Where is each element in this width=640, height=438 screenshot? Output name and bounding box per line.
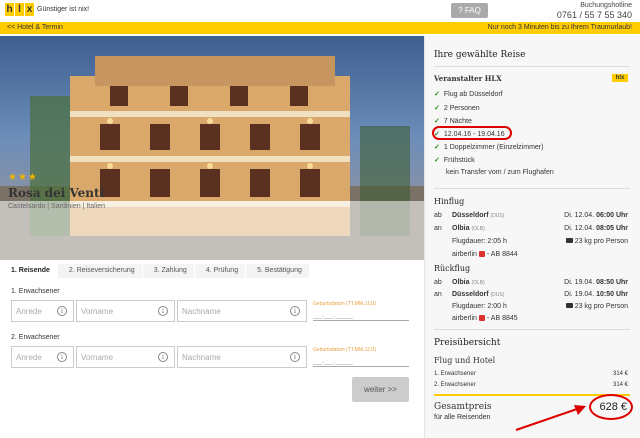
- summary-item: ✓ Flug ab Düsseldorf: [434, 91, 503, 98]
- airberlin-icon: [478, 251, 485, 257]
- info-icon[interactable]: i: [158, 306, 168, 316]
- price-overview-title: Preisübersicht: [434, 338, 501, 348]
- return-title: Rückflug: [434, 264, 471, 273]
- booking-steps: 1. Reisende 2. Reiseversicherung 3. Zahl…: [0, 264, 424, 278]
- adult1-lastname-input[interactable]: Nachname i: [177, 300, 307, 322]
- divider: [434, 329, 630, 330]
- summary-item: ✓ 1 Doppelzimmer (Einzelzimmer): [434, 144, 544, 151]
- return-ab: ab: [434, 279, 442, 286]
- top-bar: h l x Günstiger ist nix! ? FAQ Buchungsh…: [0, 0, 640, 22]
- hlx-logo[interactable]: h l x: [5, 3, 34, 16]
- baggage-icon: [565, 303, 573, 308]
- hotline-number[interactable]: 0761 / 55 7 55 340: [557, 10, 632, 20]
- step-payment: 3. Zahlung: [142, 264, 195, 278]
- step-review: 4. Prüfung: [194, 264, 247, 278]
- adult1-label: 1. Erwachsener: [11, 288, 60, 295]
- adult2-lastname-input[interactable]: Nachname i: [177, 346, 307, 368]
- outbound-to: Olbia (OLB): [452, 225, 485, 232]
- return-departure: Di. 19.04. 08:50 Uhr: [564, 279, 628, 286]
- summary-item: ✓ 2 Personen: [434, 105, 480, 112]
- sub-bar: << Hotel & Termin Nur noch 3 Minuten bis…: [0, 22, 640, 34]
- step-travelers[interactable]: 1. Reisende: [0, 264, 58, 278]
- summary-item: ✓ 7 Nächte: [434, 118, 472, 125]
- total-highlight-oval: [589, 394, 633, 420]
- tagline: Günstiger ist nix!: [37, 6, 90, 13]
- info-icon[interactable]: i: [290, 306, 300, 316]
- outbound-ab: ab: [434, 212, 442, 219]
- check-icon: ✓: [434, 105, 440, 112]
- adult2-dob-input[interactable]: Geburtsdatum (TT.MM.JJJJ) __.__.____: [313, 345, 409, 367]
- outbound-title: Hinflug: [434, 197, 465, 206]
- dates-highlight-oval: [432, 126, 512, 140]
- operator-name: Veranstalter HLX: [434, 74, 502, 83]
- hotel-name: Rosa dei Venti: [8, 186, 105, 200]
- adult1-salutation-select[interactable]: Anrede i: [11, 300, 74, 322]
- return-an: an: [434, 291, 442, 298]
- hlx-mini-logo: hlx: [612, 74, 628, 82]
- step-insurance: 2. Reiseversicherung: [57, 264, 143, 278]
- total-sublabel: für alle Reisenden: [434, 414, 491, 421]
- divider: [434, 66, 630, 67]
- info-icon[interactable]: i: [57, 306, 67, 316]
- info-icon[interactable]: i: [290, 352, 300, 362]
- outbound-from: Düsseldorf (DUS): [452, 212, 505, 219]
- check-icon: ✓: [434, 118, 440, 125]
- baggage-icon: [565, 238, 573, 243]
- next-button[interactable]: weiter >>: [352, 377, 409, 402]
- star-rating: ★★★: [8, 172, 38, 183]
- summary-item: ✓ Frühstück: [434, 157, 475, 164]
- info-icon[interactable]: i: [57, 352, 67, 362]
- outbound-arrival: Di. 12.04. 08:05 Uhr: [564, 225, 628, 232]
- info-icon[interactable]: i: [158, 352, 168, 362]
- adult2-label: 2. Erwachsener: [11, 334, 60, 341]
- outbound-baggage: 23 kg pro Person: [565, 238, 628, 245]
- return-to: Düsseldorf (DUS): [452, 291, 505, 298]
- price-adult2-label: 2. Erwachsener: [434, 382, 476, 388]
- adult2-salutation-select[interactable]: Anrede i: [11, 346, 74, 368]
- check-icon: ✓: [434, 157, 440, 164]
- outbound-an: an: [434, 225, 442, 232]
- check-icon: ✓: [434, 91, 440, 98]
- return-from: Olbia (OLB): [452, 279, 485, 286]
- faq-button[interactable]: ? FAQ: [451, 3, 488, 18]
- return-arrival: Di. 19.04. 10:50 Uhr: [564, 291, 628, 298]
- price-adult2-value: 314 €: [612, 382, 628, 388]
- total-label: Gesamtpreis: [434, 402, 492, 412]
- outbound-departure: Di. 12.04. 06:00 Uhr: [564, 212, 628, 219]
- outbound-flight: airberlin - AB 8844: [452, 251, 518, 258]
- adult1-firstname-input[interactable]: Vorname i: [76, 300, 175, 322]
- hotline-label: Buchungshotline: [580, 2, 632, 9]
- summary-title: Ihre gewählte Reise: [434, 50, 526, 60]
- back-link[interactable]: << Hotel & Termin: [7, 24, 63, 31]
- price-adult1-value: 314 €: [612, 371, 628, 377]
- divider: [434, 188, 630, 189]
- hotel-photo: [0, 36, 424, 260]
- airberlin-icon: [478, 315, 485, 321]
- price-section-title: Flug und Hotel: [434, 356, 496, 365]
- outbound-duration: Flugdauer: 2:05 h: [452, 238, 507, 245]
- price-adult1-label: 1. Erwachsener: [434, 371, 476, 377]
- annotation-arrow-icon: [515, 405, 586, 431]
- hotel-location: Castelsardo | Sardinien | Italien: [8, 203, 106, 210]
- return-baggage: 23 kg pro Person: [565, 303, 628, 310]
- transfer-note: kein Transfer vom / zum Flughafen: [446, 169, 554, 176]
- return-flight: airberlin - AB 8845: [452, 315, 518, 322]
- step-confirmation: 5. Bestätigung: [246, 264, 310, 278]
- adult2-firstname-input[interactable]: Vorname i: [76, 346, 175, 368]
- countdown-text: Nur noch 3 Minuten bis zu Ihrem Traumurl…: [487, 24, 632, 31]
- adult1-dob-input[interactable]: Geburtsdatum (TT.MM.JJJJ) __.__.____: [313, 299, 409, 321]
- check-icon: ✓: [434, 144, 440, 151]
- return-duration: Flugdauer: 2:00 h: [452, 303, 507, 310]
